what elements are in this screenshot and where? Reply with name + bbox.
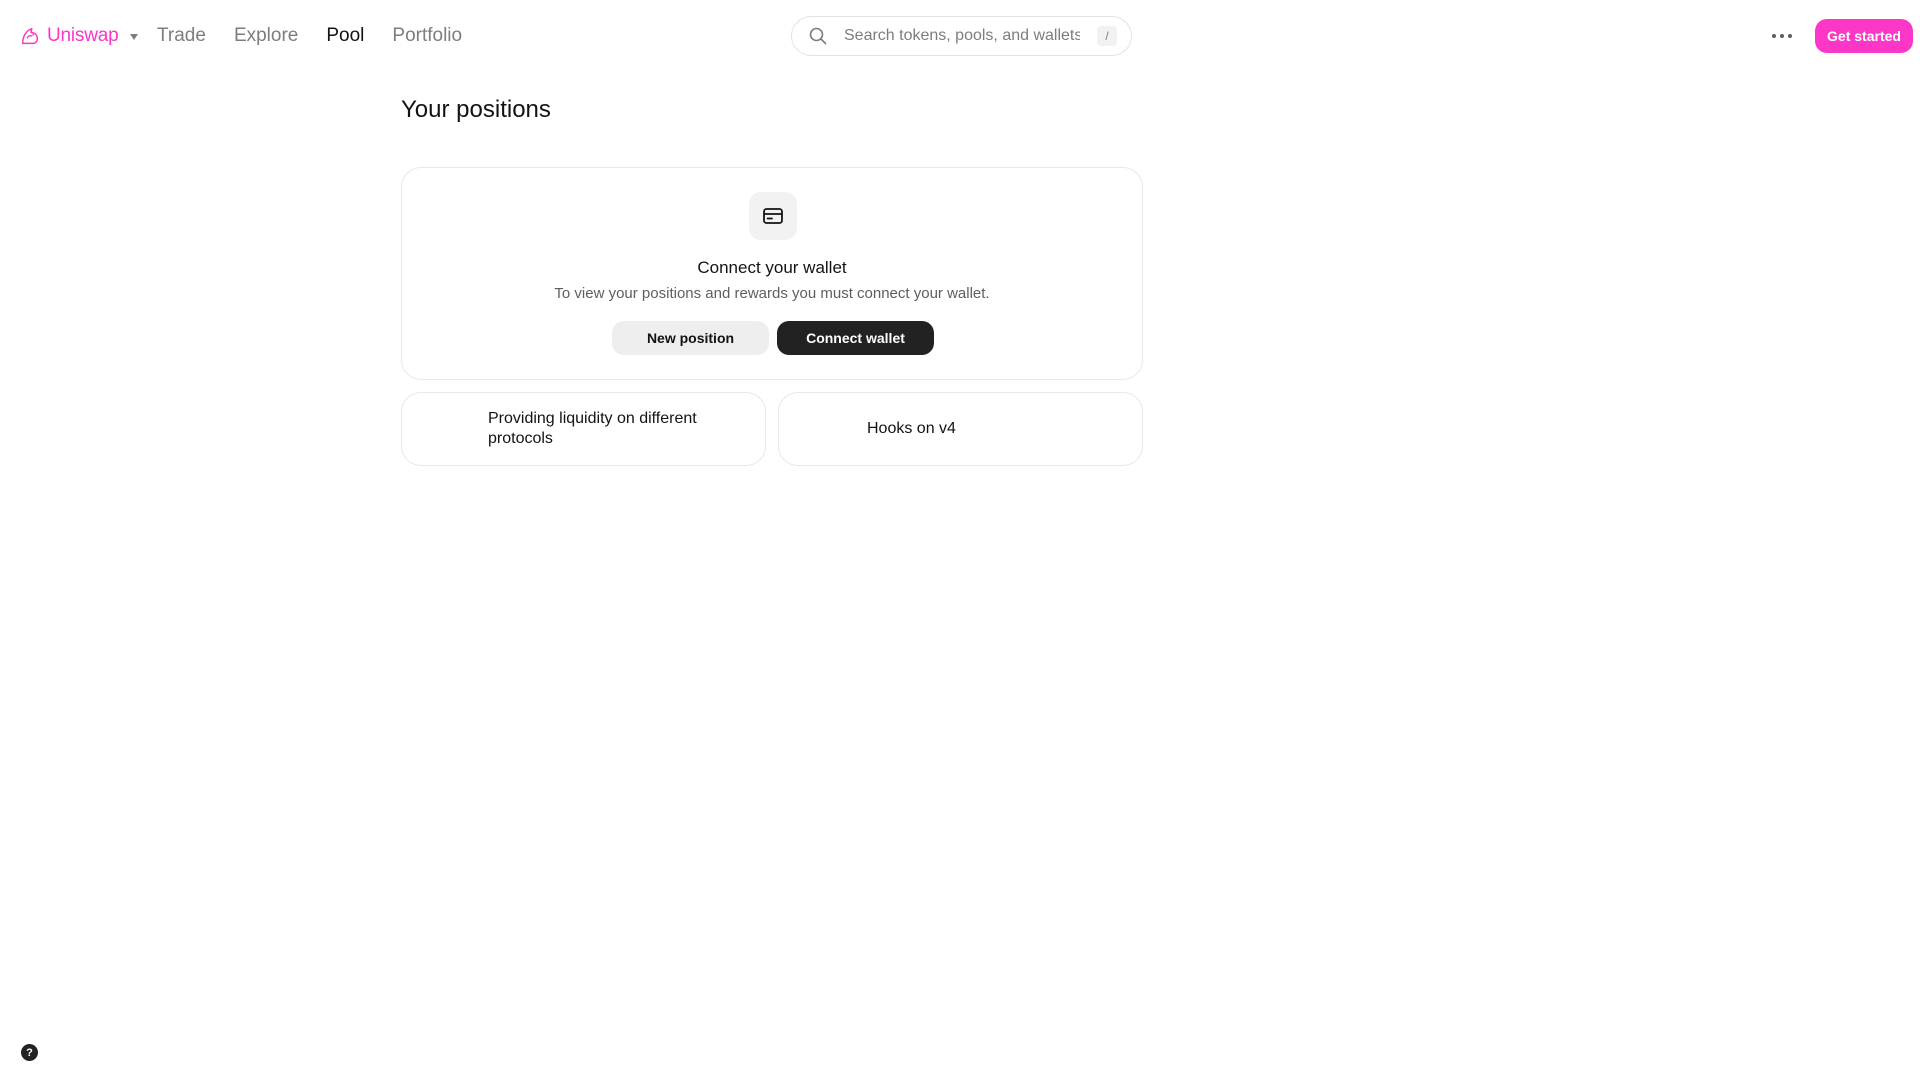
- search-icon: [809, 27, 827, 45]
- top-navigation: Uniswap Trade Explore Pool Portfolio / G…: [0, 0, 1920, 72]
- info-card-hooks[interactable]: Hooks on v4: [778, 392, 1143, 466]
- uniswap-unicorn-icon: [21, 27, 39, 45]
- info-card-liquidity[interactable]: Providing liquidity on different protoco…: [401, 392, 766, 466]
- search-bar[interactable]: /: [791, 16, 1132, 56]
- caret-down-icon: [130, 34, 139, 40]
- page-title: Your positions: [401, 96, 551, 123]
- connect-wallet-description: To view your positions and rewards you m…: [554, 285, 990, 302]
- nav-item-explore[interactable]: Explore: [234, 25, 298, 47]
- wallet-icon-container: [749, 192, 797, 240]
- main-nav: Trade Explore Pool Portfolio: [157, 22, 490, 50]
- search-input[interactable]: [842, 26, 1082, 46]
- info-card-liquidity-text: Providing liquidity on different protoco…: [488, 410, 697, 447]
- get-started-button[interactable]: Get started: [1815, 19, 1913, 53]
- more-options-button[interactable]: [1766, 22, 1798, 50]
- brand-menu-button[interactable]: Uniswap: [19, 22, 139, 50]
- nav-item-trade[interactable]: Trade: [157, 25, 206, 47]
- ellipsis-icon: [1772, 34, 1776, 38]
- info-card-hooks-text: Hooks on v4: [867, 420, 956, 437]
- search-shortcut-badge: /: [1097, 26, 1117, 46]
- ellipsis-icon: [1780, 34, 1784, 38]
- wallet-icon: [763, 208, 783, 224]
- ellipsis-icon: [1788, 34, 1792, 38]
- connect-wallet-title: Connect your wallet: [697, 258, 847, 277]
- nav-item-pool[interactable]: Pool: [326, 25, 364, 47]
- connect-wallet-button[interactable]: Connect wallet: [777, 321, 934, 355]
- connect-wallet-card: Connect your wallet To view your positio…: [401, 167, 1143, 380]
- brand-name: Uniswap: [47, 25, 119, 46]
- nav-item-portfolio[interactable]: Portfolio: [392, 25, 462, 47]
- help-button[interactable]: ?: [21, 1044, 38, 1061]
- new-position-button[interactable]: New position: [612, 321, 769, 355]
